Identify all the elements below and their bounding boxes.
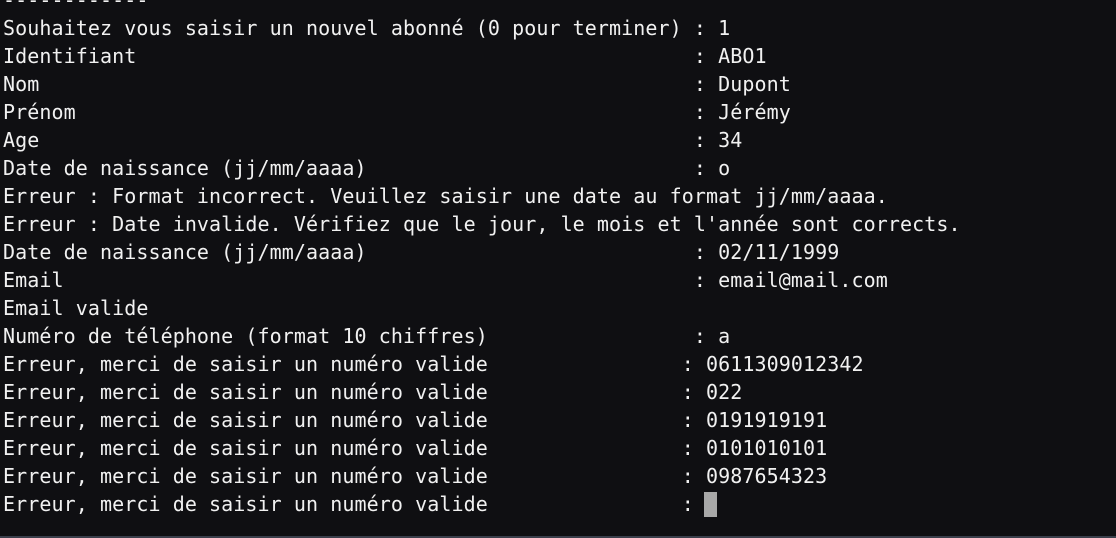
- output-line-separator: ------------: [3, 0, 149, 12]
- output-line-error-phone: Erreur, merci de saisir un numéro valide…: [3, 464, 828, 488]
- output-line-identifiant: Identifiant : ABO1: [3, 44, 767, 68]
- output-line-error-phone: Erreur, merci de saisir un numéro valide…: [3, 380, 743, 404]
- output-line-date-naissance-retry: Date de naissance (jj/mm/aaaa) : 02/11/1…: [3, 240, 840, 264]
- output-line-telephone: Numéro de téléphone (format 10 chiffres)…: [3, 324, 731, 348]
- input-line-current[interactable]: Erreur, merci de saisir un numéro valide…: [3, 490, 961, 518]
- current-prompt: Erreur, merci de saisir un numéro valide…: [3, 492, 694, 516]
- output-line-error-phone: Erreur, merci de saisir un numéro valide…: [3, 436, 828, 460]
- output-line-nom: Nom : Dupont: [3, 72, 791, 96]
- output-line-date-naissance: Date de naissance (jj/mm/aaaa) : o: [3, 156, 731, 180]
- output-line-error-format: Erreur : Format incorrect. Veuillez sais…: [3, 184, 888, 208]
- text-cursor[interactable]: [703, 492, 717, 517]
- terminal-window[interactable]: ------------ Souhaitez vous saisir un no…: [0, 0, 1116, 538]
- output-line-prompt-new-subscriber: Souhaitez vous saisir un nouvel abonné (…: [3, 16, 731, 40]
- output-line-error-phone: Erreur, merci de saisir un numéro valide…: [3, 352, 864, 376]
- output-line-prenom: Prénom : Jérémy: [3, 100, 791, 124]
- output-line-error-date: Erreur : Date invalide. Vérifiez que le …: [3, 212, 961, 236]
- output-line-error-phone: Erreur, merci de saisir un numéro valide…: [3, 408, 828, 432]
- terminal-output: ------------ Souhaitez vous saisir un no…: [3, 0, 961, 518]
- output-line-age: Age : 34: [3, 128, 743, 152]
- output-line-email-valid: Email valide: [3, 296, 149, 320]
- output-line-email: Email : email@mail.com: [3, 268, 888, 292]
